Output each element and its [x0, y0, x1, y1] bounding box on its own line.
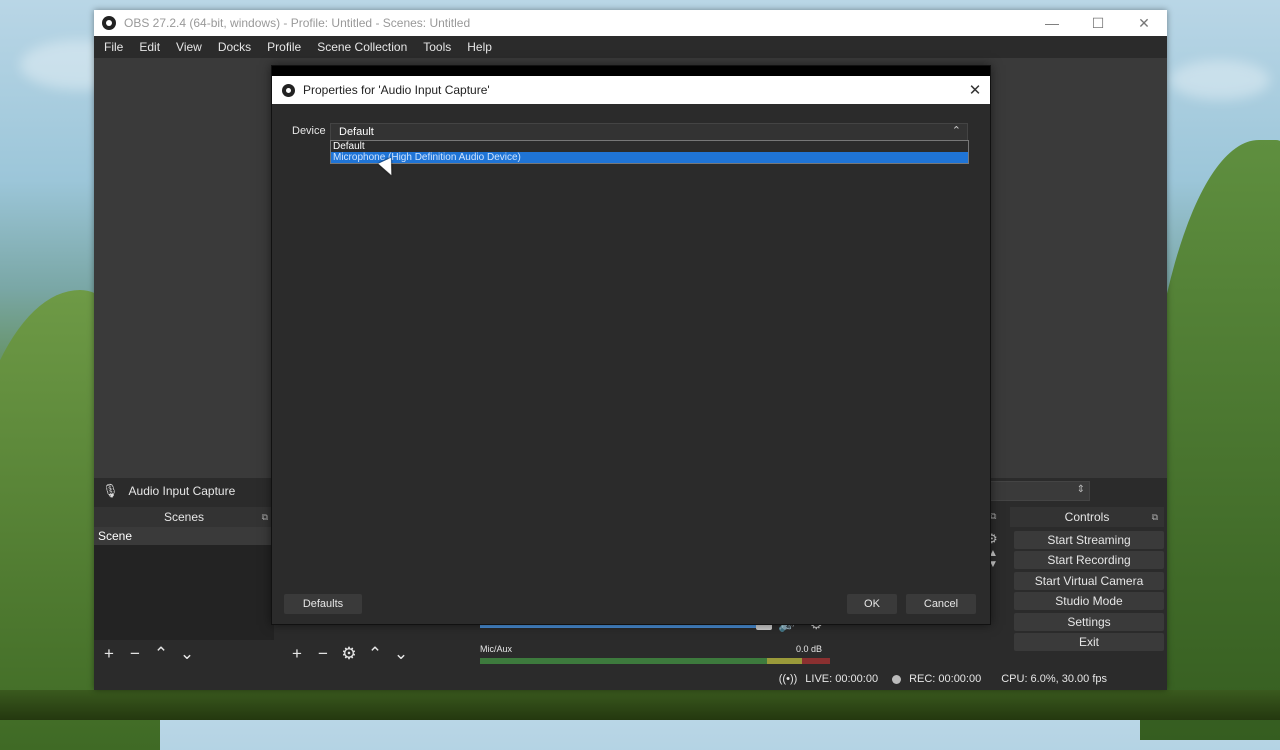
chevron-updown-icon: ⇕	[1076, 484, 1085, 495]
exit-button[interactable]: Exit	[1014, 633, 1164, 651]
menu-file[interactable]: File	[96, 40, 131, 54]
scene-item[interactable]: Scene	[94, 527, 274, 545]
mixer-db-readout: 0.0 dB	[795, 644, 822, 654]
rec-timer: REC: 00:00:00	[909, 673, 982, 685]
menu-bar: File Edit View Docks Profile Scene Colle…	[94, 36, 1167, 59]
remove-scene-icon[interactable]: −	[122, 644, 148, 664]
menu-docks[interactable]: Docks	[210, 40, 259, 54]
add-scene-icon[interactable]: +	[96, 644, 122, 664]
defaults-button[interactable]: Defaults	[284, 594, 362, 614]
device-label: Device	[292, 125, 326, 137]
rec-indicator-icon	[892, 674, 902, 684]
live-indicator-icon: ((•))	[778, 673, 798, 685]
start-streaming-button[interactable]: Start Streaming	[1014, 531, 1164, 549]
controls-dock-header: Controls ⧉	[1010, 507, 1164, 527]
add-source-icon[interactable]: +	[284, 644, 310, 664]
scenes-title: Scenes	[163, 510, 205, 524]
move-up-icon[interactable]: ⌃	[148, 644, 174, 664]
menu-profile[interactable]: Profile	[259, 40, 309, 54]
settings-button[interactable]: Settings	[1014, 613, 1164, 631]
dialog-title: Properties for 'Audio Input Capture'	[303, 83, 490, 97]
dialog-titlebar[interactable]: Properties for 'Audio Input Capture' ✕	[272, 76, 990, 104]
cpu-fps: CPU: 6.0%, 30.00 fps	[1001, 673, 1107, 685]
device-selected-value: Default	[339, 126, 374, 138]
chevron-updown-icon: ⌃	[951, 125, 961, 137]
source-properties-gear-icon[interactable]: ⚙	[336, 644, 362, 664]
source-up-icon[interactable]: ⌃	[362, 644, 388, 664]
close-window-button[interactable]: ✕	[1121, 10, 1167, 36]
device-options-list: Default Microphone (High Definition Audi…	[330, 140, 969, 164]
remove-source-icon[interactable]: −	[310, 644, 336, 664]
background-ground	[0, 690, 1280, 720]
menu-help[interactable]: Help	[459, 40, 500, 54]
menu-view[interactable]: View	[168, 40, 210, 54]
dialog-top-strip	[272, 66, 990, 76]
microphone-icon: 🎙	[102, 483, 119, 498]
properties-dialog: Properties for 'Audio Input Capture' ✕ D…	[271, 65, 991, 625]
maximize-button[interactable]: ☐	[1075, 10, 1121, 36]
selected-source-name: Audio Input Capture	[128, 484, 236, 498]
obs-logo-icon	[282, 83, 295, 97]
device-dropdown[interactable]: Default ⌃	[330, 123, 968, 141]
mixer-source-name: Mic/Aux	[480, 644, 513, 654]
undock-icon[interactable]: ⧉	[1152, 512, 1158, 523]
window-title: OBS 27.2.4 (64-bit, windows) - Profile: …	[124, 16, 471, 30]
source-context-dropdown[interactable]: ⇕	[988, 481, 1090, 501]
device-option-microphone[interactable]: Microphone (High Definition Audio Device…	[331, 152, 968, 163]
cloud-decoration	[1170, 60, 1270, 100]
window-titlebar[interactable]: OBS 27.2.4 (64-bit, windows) - Profile: …	[94, 10, 1167, 36]
device-option-default[interactable]: Default	[331, 141, 968, 152]
controls-title: Controls	[1064, 510, 1110, 524]
obs-logo-icon	[102, 16, 116, 30]
close-dialog-icon[interactable]: ✕	[960, 81, 990, 99]
start-virtual-camera-button[interactable]: Start Virtual Camera	[1014, 572, 1164, 590]
sources-toolbar: + − ⚙ ⌃ ⌄	[284, 640, 470, 668]
menu-edit[interactable]: Edit	[131, 40, 168, 54]
ok-button[interactable]: OK	[847, 594, 897, 614]
menu-scene-collection[interactable]: Scene Collection	[309, 40, 415, 54]
status-bar: ((•)) LIVE: 00:00:00 REC: 00:00:00 CPU: …	[94, 668, 1167, 690]
start-recording-button[interactable]: Start Recording	[1014, 551, 1164, 569]
studio-mode-button[interactable]: Studio Mode	[1014, 592, 1164, 610]
source-down-icon[interactable]: ⌄	[388, 644, 414, 664]
undock-icon[interactable]: ⧉	[262, 512, 268, 523]
move-down-icon[interactable]: ⌄	[174, 644, 200, 664]
scenes-list: Scene	[94, 527, 274, 641]
audio-level-meter	[480, 658, 830, 664]
live-timer: LIVE: 00:00:00	[805, 673, 879, 685]
cancel-button[interactable]: Cancel	[906, 594, 976, 614]
minimize-button[interactable]: —	[1029, 10, 1075, 36]
scenes-toolbar: + − ⌃ ⌄	[94, 640, 280, 668]
scenes-dock-header: Scenes ⧉	[94, 507, 274, 527]
menu-tools[interactable]: Tools	[415, 40, 459, 54]
